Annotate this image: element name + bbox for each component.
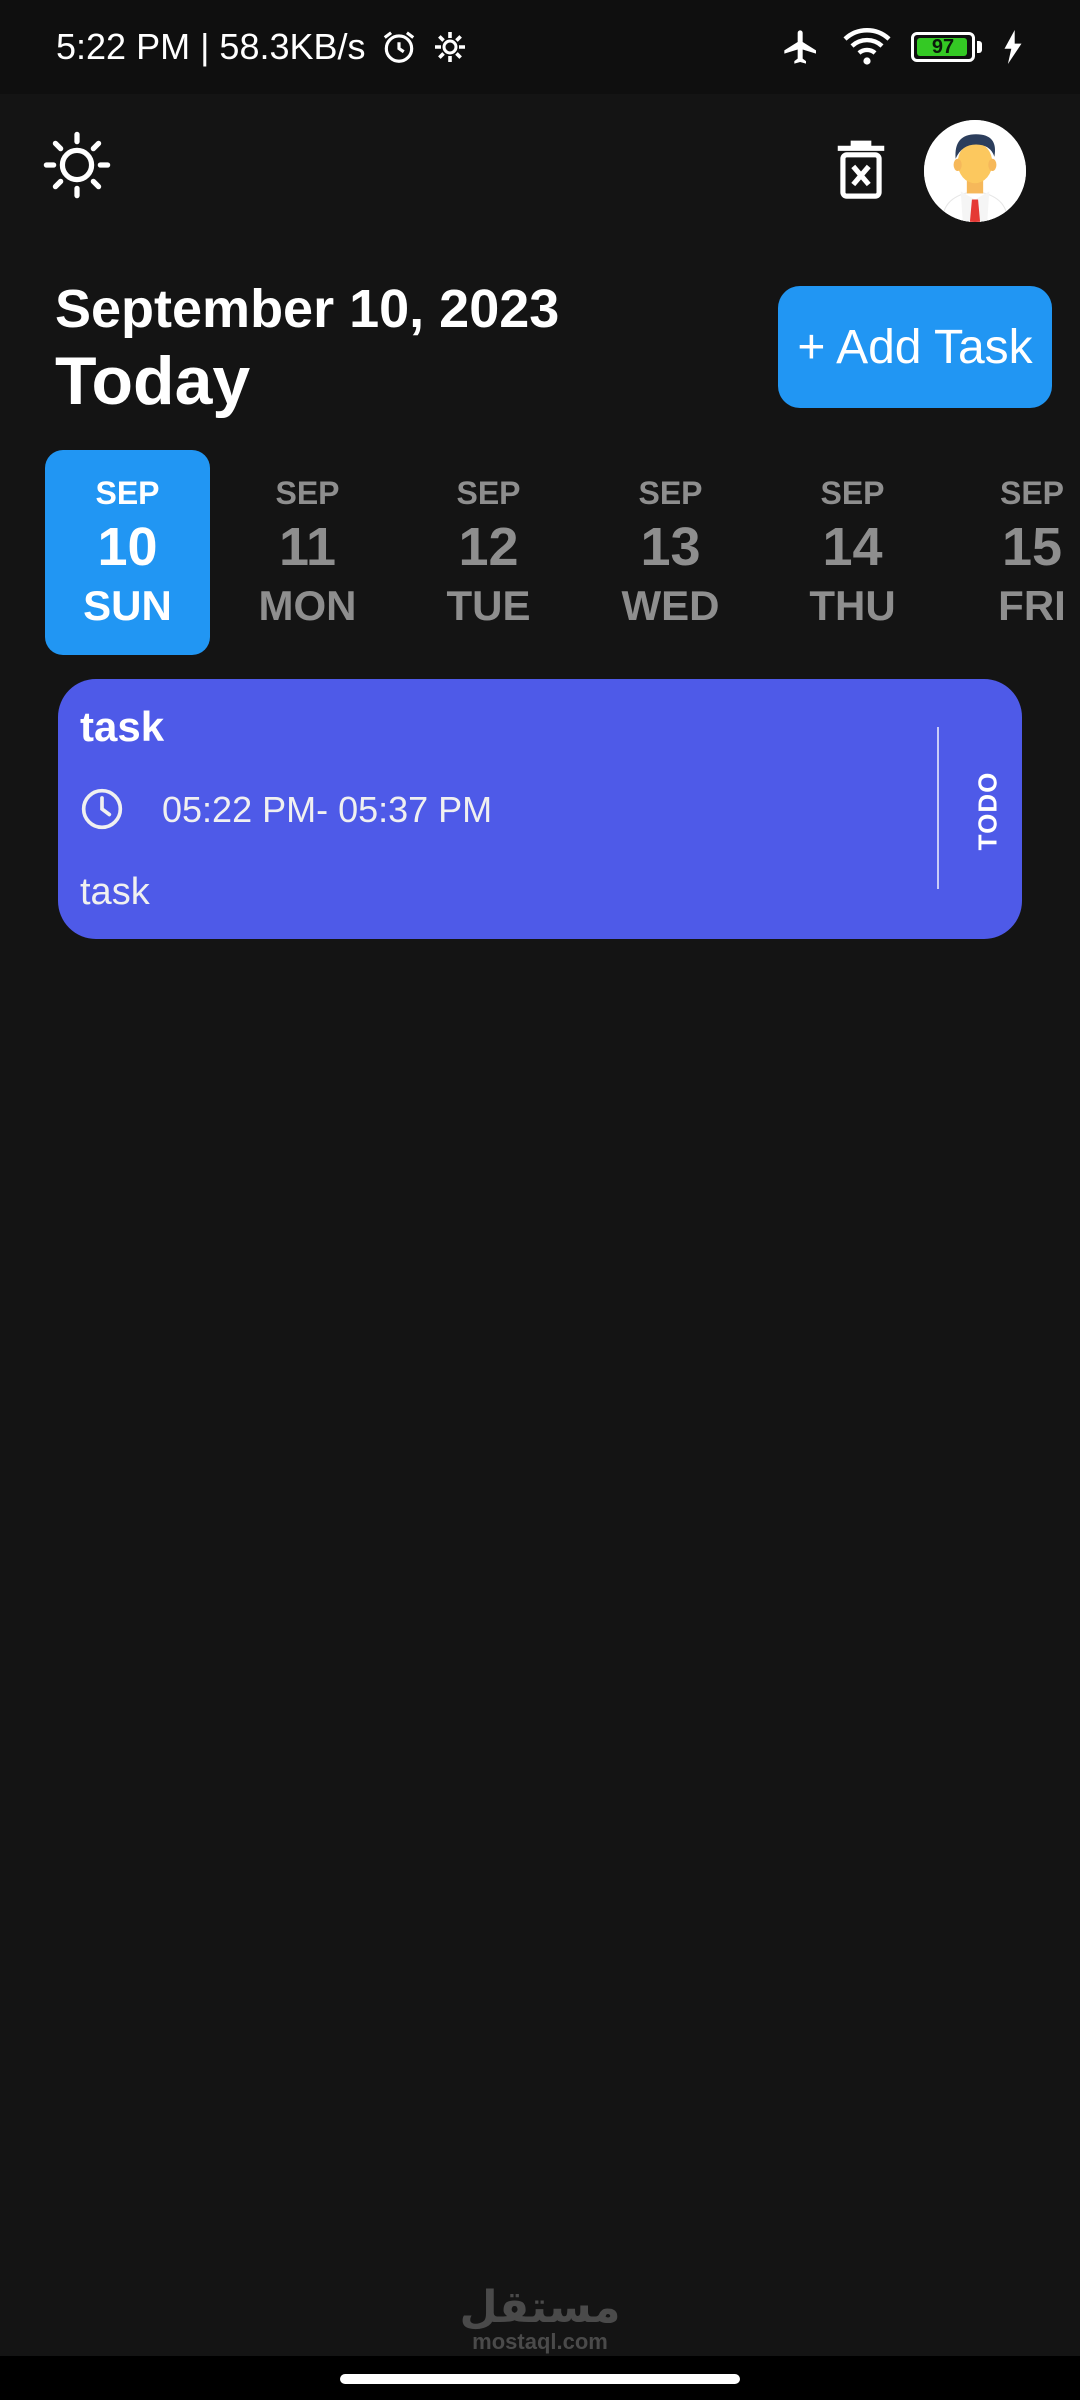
watermark-url: mostaql.com	[472, 2329, 608, 2354]
task-title: task	[80, 703, 165, 750]
date-item-sep-11[interactable]: SEP 11 MON	[225, 450, 390, 655]
wifi-icon	[843, 28, 891, 65]
date-weekday: THU	[809, 582, 896, 629]
watermark: مستقل mostaql.com	[0, 2282, 1080, 2355]
task-time-range: 05:22 PM- 05:37 PM	[162, 789, 493, 830]
settings-gear-icon	[434, 32, 465, 62]
task-note: task	[80, 871, 150, 913]
date-day: 14	[822, 517, 883, 577]
avatar-person-icon	[924, 120, 1026, 222]
date-weekday: FRI	[998, 582, 1066, 629]
date-weekday: TUE	[446, 582, 531, 629]
date-month: SEP	[638, 475, 703, 511]
date-item-sep-14[interactable]: SEP 14 THU	[770, 450, 935, 655]
alarm-icon	[383, 31, 414, 63]
task-card[interactable]: task 05:22 PM- 05:37 PM task TODO	[58, 679, 1022, 939]
date-picker-strip[interactable]: SEP 10 SUN SEP 11 MON SEP 12 TUE SEP 13 …	[0, 450, 1080, 655]
home-indicator[interactable]	[340, 2374, 740, 2384]
date-month: SEP	[820, 475, 885, 511]
status-bar: 5:22 PM | 58.3KB/s 97	[0, 0, 1080, 94]
sun-icon[interactable]	[42, 130, 112, 200]
status-time-speed: 5:22 PM | 58.3KB/s	[56, 26, 366, 67]
battery-nub	[977, 41, 982, 53]
date-day: 10	[97, 517, 158, 577]
battery-level: 97	[931, 35, 955, 58]
status-right: 97	[779, 27, 1024, 67]
current-date: September 10, 2023	[55, 279, 560, 339]
add-task-button[interactable]: + Add Task	[778, 286, 1052, 408]
today-heading: Today	[55, 343, 251, 419]
status-left: 5:22 PM | 58.3KB/s	[56, 26, 468, 68]
date-weekday: MON	[258, 582, 357, 629]
date-weekday: WED	[621, 582, 720, 629]
clock-icon	[81, 788, 123, 830]
date-day: 13	[640, 517, 701, 577]
task-status-label: TODO	[972, 771, 1003, 851]
charging-icon	[1004, 30, 1022, 64]
date-item-sep-12[interactable]: SEP 12 TUE	[406, 450, 571, 655]
profile-avatar[interactable]	[924, 120, 1026, 222]
app-bar	[0, 94, 1080, 244]
date-month: SEP	[456, 475, 521, 511]
date-day: 11	[278, 517, 337, 577]
date-item-sep-13[interactable]: SEP 13 WED	[588, 450, 753, 655]
airplane-mode-icon	[784, 30, 816, 64]
date-weekday: SUN	[83, 582, 172, 629]
task-divider	[937, 727, 939, 889]
watermark-logo: مستقل	[459, 2282, 621, 2333]
date-month: SEP	[95, 475, 160, 511]
date-item-sep-15[interactable]: SEP 15 FRI	[952, 450, 1080, 655]
date-month: SEP	[275, 475, 340, 511]
date-month: SEP	[999, 475, 1065, 511]
date-day: 15	[1001, 517, 1063, 577]
battery-icon: 97	[911, 32, 975, 62]
date-day: 12	[458, 517, 519, 577]
date-item-sep-10[interactable]: SEP 10 SUN	[45, 450, 210, 655]
trash-icon[interactable]	[834, 138, 888, 200]
